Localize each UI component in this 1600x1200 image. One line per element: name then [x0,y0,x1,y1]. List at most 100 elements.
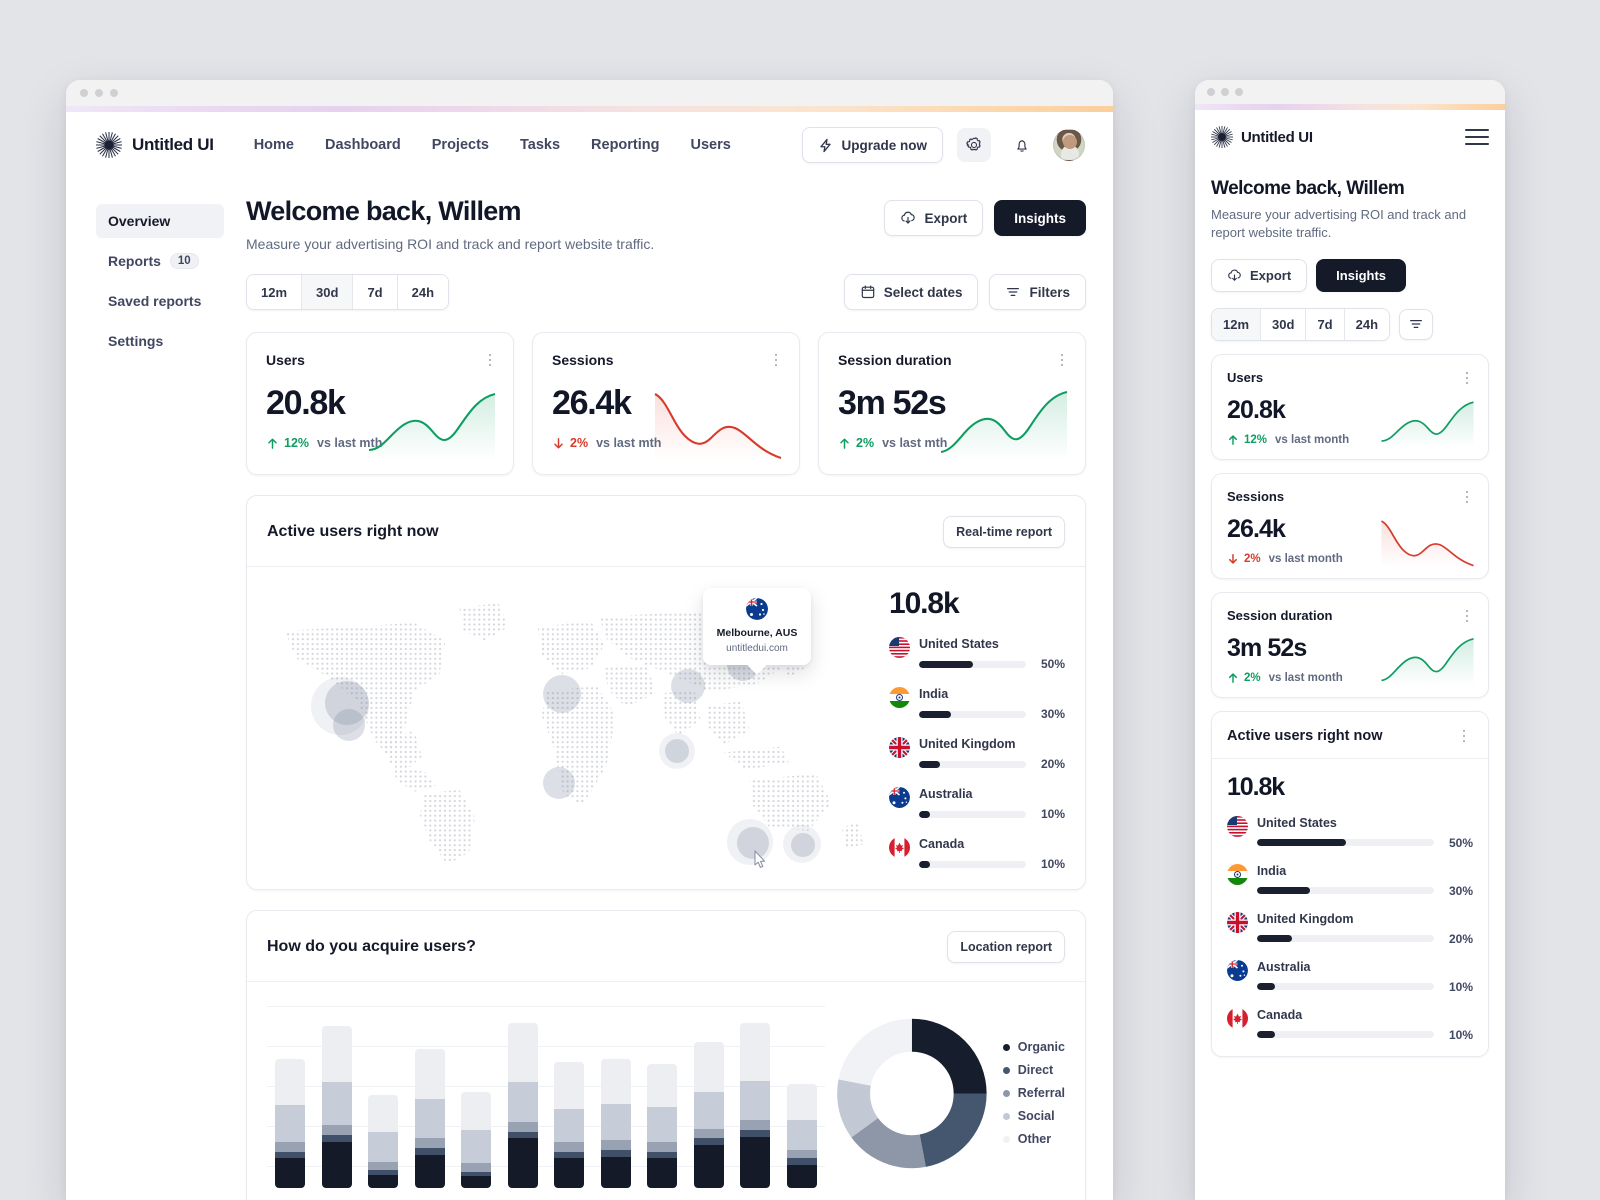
metric-title: Users [1227,369,1264,385]
nav-link-dashboard[interactable]: Dashboard [325,137,401,153]
sidebar-item-overview[interactable]: Overview [96,204,224,238]
legend-item-organic[interactable]: Organic [1002,1040,1065,1054]
card-more-options-icon[interactable] [767,351,785,369]
bar-segment-direct [693,1138,724,1146]
country-row-canada[interactable]: Canada 10% [1227,1007,1473,1042]
bar-segment-other [507,1022,538,1083]
nav-link-reporting[interactable]: Reporting [591,137,659,153]
mobile-insights-button[interactable]: Insights [1316,258,1407,292]
country-row-india[interactable]: India 30% [1227,863,1473,898]
range-option-7d[interactable]: 7d [353,275,398,310]
nav-link-tasks[interactable]: Tasks [520,137,560,153]
country-row-canada[interactable]: Canada 10% [889,837,1065,871]
stacked-bar[interactable] [740,1022,771,1189]
metric-title: Sessions [552,352,614,369]
country-row-australia[interactable]: Australia 10% [889,787,1065,821]
mobile-range-option-7d[interactable]: 7d [1306,308,1345,340]
stacked-bar[interactable] [414,1049,445,1189]
settings-button[interactable] [957,128,991,162]
export-button[interactable]: Export [884,200,984,236]
select-dates-button[interactable]: Select dates [843,274,979,311]
stacked-bar[interactable] [554,1062,585,1189]
window-titlebar [66,80,1113,106]
nav-link-home[interactable]: Home [254,137,294,153]
active-users-panel-header: Active users right now Real-time report [247,496,1085,568]
card-more-options-icon[interactable] [1458,607,1476,625]
country-row-australia[interactable]: Australia 10% [1227,959,1473,994]
country-row-united-kingdom[interactable]: United Kingdom 20% [1227,911,1473,946]
bar-segment-other [740,1022,771,1081]
legend-item-referral[interactable]: Referral [1002,1086,1065,1100]
nav-link-projects[interactable]: Projects [432,137,489,153]
sidebar-item-reports[interactable]: Reports 10 [96,244,224,278]
window-close-dot[interactable] [1207,88,1215,96]
country-progress: 20% [919,757,1065,771]
real-time-report-button[interactable]: Real-time report [943,516,1065,549]
export-label: Export [924,210,968,226]
stacked-bar[interactable] [368,1095,399,1189]
stacked-bar[interactable] [461,1092,492,1189]
country-row-united-states[interactable]: United States 50% [889,637,1065,671]
flag-au-icon [746,598,768,621]
stacked-bar[interactable] [786,1083,817,1189]
stacked-bar[interactable] [647,1064,678,1189]
bar-segment-referral [321,1125,352,1136]
map-cluster [543,675,581,714]
mobile-range-option-30d[interactable]: 30d [1261,308,1307,340]
metric-delta-value: 2% [856,436,875,451]
mobile-export-button[interactable]: Export [1211,258,1308,292]
card-more-options-icon[interactable] [481,351,499,369]
range-option-24h[interactable]: 24h [397,275,449,310]
range-option-30d[interactable]: 30d [302,275,354,310]
brand-logo[interactable]: Untitled UI [96,132,214,158]
mobile-range-option-24h[interactable]: 24h [1344,308,1390,340]
stacked-bar[interactable] [600,1059,631,1189]
window-close-dot[interactable] [80,89,88,97]
map-cluster [333,709,365,742]
notifications-button[interactable] [1005,128,1039,162]
legend-item-social[interactable]: Social [1002,1109,1065,1123]
mobile-filters-button[interactable] [1399,308,1434,340]
bar-segment-direct [600,1150,631,1157]
gear-icon [966,137,981,151]
card-more-options-icon[interactable] [1458,369,1476,387]
sidebar-item-saved-reports[interactable]: Saved reports [96,284,224,318]
stacked-bar[interactable] [321,1025,352,1189]
legend-item-other[interactable]: Other [1002,1132,1065,1146]
download-cloud-icon [901,211,916,224]
hamburger-menu-icon[interactable] [1465,129,1489,145]
stacked-bar[interactable] [693,1042,724,1189]
world-map[interactable]: Melbourne, AUS untitledui.com [267,581,875,871]
country-row-united-kingdom[interactable]: United Kingdom 20% [889,737,1065,771]
location-report-button[interactable]: Location report [947,931,1065,964]
stacked-bar[interactable] [507,1022,538,1189]
window-minimize-dot[interactable] [1221,88,1229,96]
bar-segment-other [600,1059,631,1104]
arrow-up-icon [268,438,277,449]
card-more-options-icon[interactable] [1455,727,1473,745]
card-more-options-icon[interactable] [1458,488,1476,506]
insights-label: Insights [1014,210,1066,226]
bar-segment-social [786,1120,817,1151]
bar-segment-organic [414,1154,445,1189]
country-row-india[interactable]: India 30% [889,687,1065,721]
bar-segment-other [647,1064,678,1108]
avatar[interactable] [1053,129,1085,161]
legend-item-direct[interactable]: Direct [1002,1063,1065,1077]
nav-link-users[interactable]: Users [691,137,731,153]
window-minimize-dot[interactable] [95,89,103,97]
window-maximize-dot[interactable] [1235,88,1243,96]
mobile-brand-logo[interactable]: Untitled UI [1211,126,1313,148]
mobile-range-option-12m[interactable]: 12m [1212,308,1262,340]
window-maximize-dot[interactable] [110,89,118,97]
card-more-options-icon[interactable] [1053,351,1071,369]
country-row-united-states[interactable]: United States 50% [1227,815,1473,850]
stacked-bar[interactable] [275,1059,305,1189]
upgrade-now-button[interactable]: Upgrade now [802,127,943,163]
metric-delta-value: 12% [1244,433,1268,446]
sidebar-item-settings[interactable]: Settings [96,324,224,358]
range-option-12m[interactable]: 12m [247,275,303,310]
insights-button[interactable]: Insights [994,200,1086,236]
bar-segment-direct [275,1151,305,1159]
filters-button[interactable]: Filters [989,274,1086,311]
